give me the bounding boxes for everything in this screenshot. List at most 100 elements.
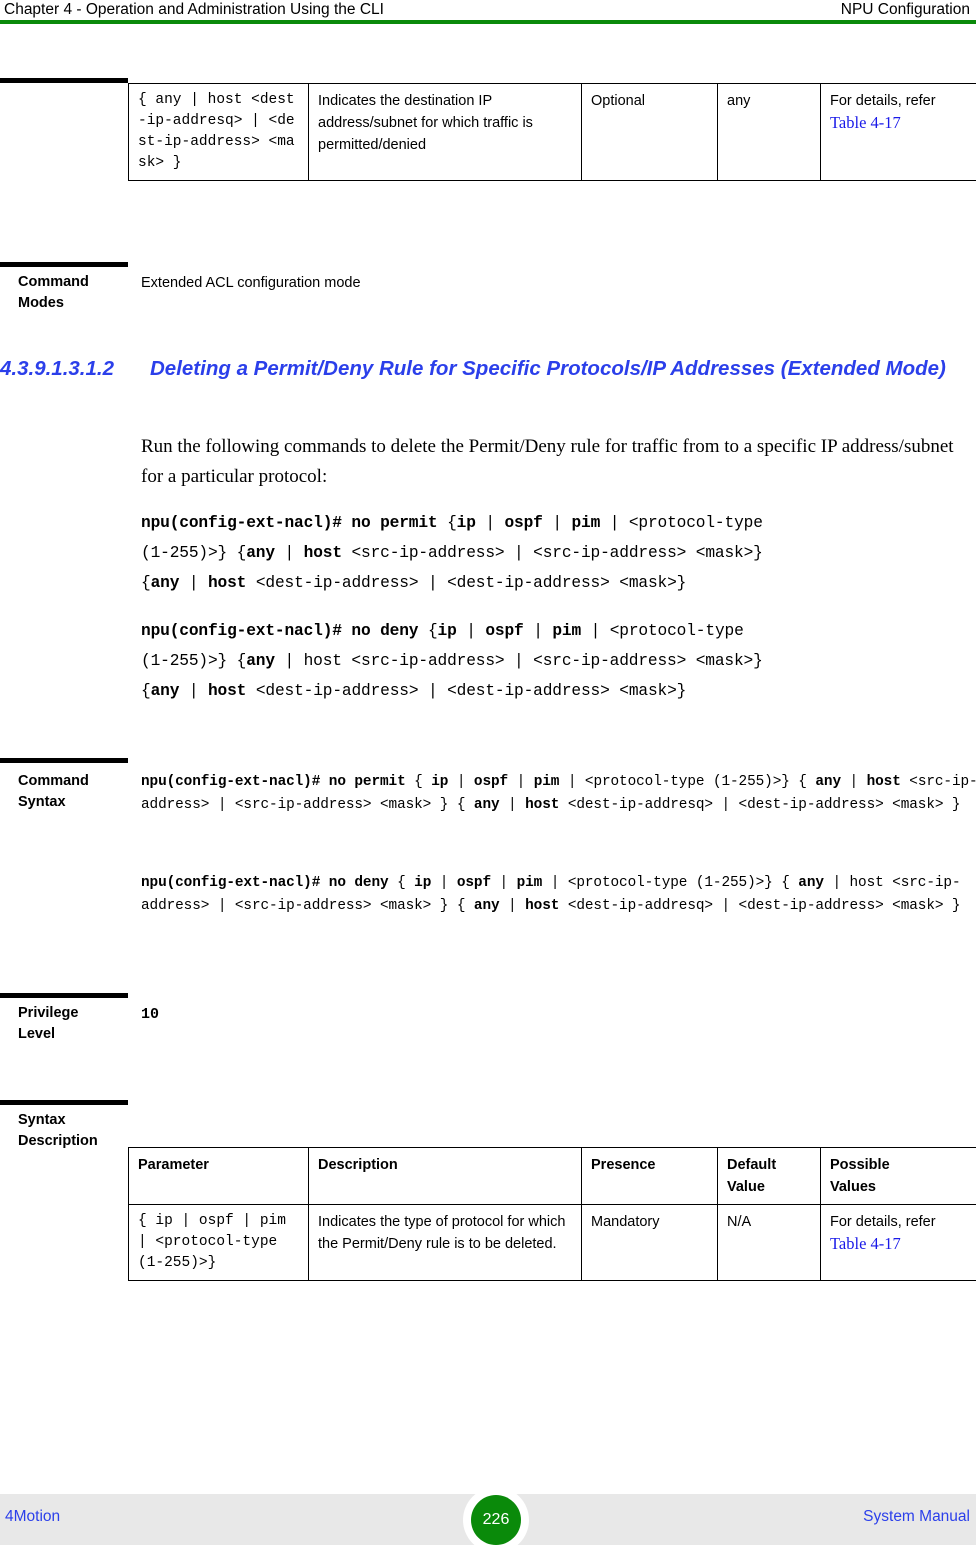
cli-seg: | — [600, 514, 629, 532]
command-modes-label: Command Modes — [18, 272, 128, 314]
cli-seg: pim — [552, 622, 581, 640]
cell-presence: Optional — [582, 84, 718, 181]
syn-seg: { — [389, 875, 415, 891]
cell-presence: Mandatory — [582, 1205, 718, 1281]
cli-seg: <protocol-type — [629, 514, 763, 532]
cli-seg: npu(config-ext-nacl)# no permit — [141, 514, 447, 532]
cli-seg: ip — [457, 514, 476, 532]
table-row: { any | host <dest-ip-addresq> | <dest-i… — [129, 84, 976, 181]
cell-description: Indicates the type of protocol for which… — [309, 1205, 582, 1281]
privilege-level-label-line2: Level — [18, 1026, 55, 1042]
command-syntax-deny: npu(config-ext-nacl)# no deny { ip | osp… — [141, 872, 976, 918]
syntax-description-label-line2: Description — [18, 1133, 98, 1149]
syn-seg: | <protocol-type (1-255)>} { — [559, 774, 815, 790]
cell-parameter: { any | host <dest-ip-addresq> | <dest-i… — [129, 84, 309, 181]
cell-parameter: { ip | ospf | pim | <protocol-type (1-25… — [129, 1205, 309, 1281]
syn-seg: any — [474, 797, 500, 813]
syn-seg: | — [491, 875, 517, 891]
intro-paragraph: Run the following commands to delete the… — [141, 432, 976, 492]
syn-seg: ospf — [474, 774, 508, 790]
table-4-17-link[interactable]: Table 4-17 — [830, 1234, 901, 1253]
privilege-level-value: 10 — [141, 1004, 159, 1025]
cli-line: npu(config-ext-nacl)# no permit {ip | os… — [141, 508, 976, 538]
syn-seg: { — [773, 875, 799, 891]
cli-line: (1-255)>} {any | host <src-ip-address> |… — [141, 646, 976, 676]
cli-seg: <dest-ip-address> | <dest-ip-address> <m… — [246, 574, 686, 592]
cli-seg: host — [208, 682, 246, 700]
section-rule-syntax-description — [0, 1100, 128, 1105]
cli-seg: | — [457, 622, 486, 640]
syn-seg: host — [525, 898, 559, 914]
syn-seg: | — [431, 875, 457, 891]
command-modes-label-line1: Command — [18, 274, 89, 290]
possible-values-text: For details, refer — [830, 93, 936, 109]
syn-seg: { — [406, 774, 432, 790]
footer-manual-name[interactable]: System Manual — [863, 1508, 970, 1526]
cli-seg: <dest-ip-address> | <dest-ip-address> <m… — [246, 682, 686, 700]
cli-seg: (1-255)>} { — [141, 544, 246, 562]
command-syntax-label: Command Syntax — [18, 771, 128, 813]
syn-seg: pim — [534, 774, 560, 790]
cli-seg: | — [179, 574, 208, 592]
syn-seg: | <protocol-type (1-255)>} — [542, 875, 772, 891]
syntax-description-label: Syntax Description — [18, 1110, 128, 1152]
cli-seg: <protocol-type — [610, 622, 744, 640]
header-green-rule — [0, 20, 976, 24]
column-header-possible-values-line2: Values — [830, 1179, 876, 1195]
column-header-default-value: Default Value — [718, 1148, 821, 1205]
syn-seg: host — [525, 797, 559, 813]
table-row: { ip | ospf | pim | <protocol-type (1-25… — [129, 1205, 976, 1281]
syn-seg: | — [841, 774, 867, 790]
cli-seg: | host <src-ip-address> | <src-ip-addres… — [275, 652, 763, 670]
cli-seg: { — [428, 622, 438, 640]
cli-seg: host — [304, 544, 342, 562]
cli-seg: <src-ip-address> | <src-ip-address> <mas… — [342, 544, 763, 562]
syntax-description-label-line1: Syntax — [18, 1112, 66, 1128]
cli-command-no-permit: npu(config-ext-nacl)# no permit {ip | os… — [141, 508, 976, 598]
column-header-parameter: Parameter — [129, 1148, 309, 1205]
cli-line: npu(config-ext-nacl)# no deny {ip | ospf… — [141, 616, 976, 646]
section-heading-text: Deleting a Permit/Deny Rule for Specific… — [150, 355, 976, 383]
cli-seg: ospf — [504, 514, 542, 532]
column-header-default-value-line1: Default — [727, 1157, 776, 1173]
cli-seg: pim — [571, 514, 600, 532]
command-modes-label-line2: Modes — [18, 295, 64, 311]
cli-seg: any — [151, 682, 180, 700]
cli-seg: npu(config-ext-nacl)# no deny — [141, 622, 428, 640]
cli-seg: | — [543, 514, 572, 532]
syn-seg: | — [500, 898, 526, 914]
privilege-level-label: Privilege Level — [18, 1003, 128, 1045]
section-rule-privilege-level — [0, 993, 128, 998]
syn-seg: any — [815, 774, 841, 790]
cli-seg: any — [246, 544, 275, 562]
syn-seg: pim — [517, 875, 543, 891]
cli-seg: | — [581, 622, 610, 640]
syn-seg: | — [508, 774, 534, 790]
command-modes-value: Extended ACL configuration mode — [141, 272, 841, 294]
table-4-17-link[interactable]: Table 4-17 — [830, 113, 901, 132]
cli-seg: host — [208, 574, 246, 592]
cli-seg: | — [524, 622, 553, 640]
cell-default-value: any — [718, 84, 821, 181]
cli-seg: { — [447, 514, 457, 532]
command-syntax-permit: npu(config-ext-nacl)# no permit { ip | o… — [141, 771, 976, 817]
syn-seg: any — [798, 875, 824, 891]
cli-seg: ospf — [485, 622, 523, 640]
command-syntax-label-line2: Syntax — [18, 794, 66, 810]
cell-possible-values: For details, refer Table 4-17 — [821, 1205, 976, 1281]
syn-seg: ospf — [457, 875, 491, 891]
column-header-possible-values: Possible Values — [821, 1148, 976, 1205]
cli-line: {any | host <dest-ip-address> | <dest-ip… — [141, 568, 976, 598]
syn-seg: npu(config-ext-nacl)# no permit — [141, 774, 406, 790]
cli-seg: { — [141, 574, 151, 592]
column-header-description: Description — [309, 1148, 582, 1205]
header-section-title: NPU Configuration — [841, 0, 970, 20]
command-syntax-label-line1: Command — [18, 773, 89, 789]
footer-product-name[interactable]: 4Motion — [5, 1508, 60, 1526]
cli-seg: | — [179, 682, 208, 700]
cli-seg: any — [151, 574, 180, 592]
cli-seg: { — [141, 682, 151, 700]
page-footer: 4Motion 226 System Manual — [0, 1494, 976, 1545]
syn-seg: | — [500, 797, 526, 813]
cli-seg: ip — [438, 622, 457, 640]
